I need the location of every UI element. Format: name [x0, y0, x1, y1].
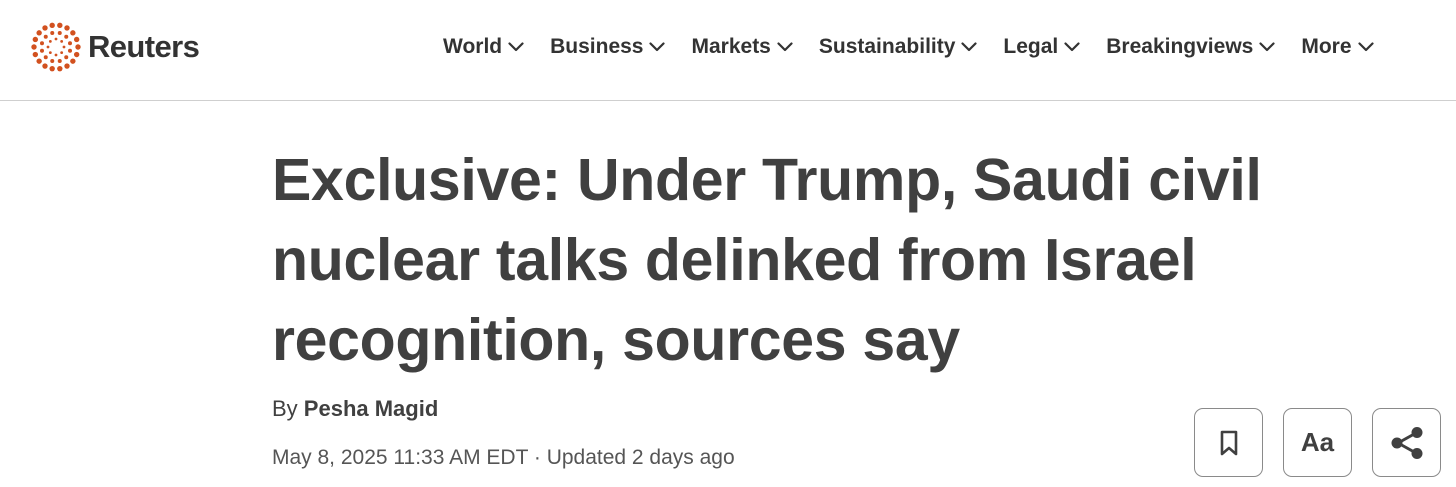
nav-item-markets[interactable]: Markets — [691, 35, 793, 59]
logo-dot — [57, 65, 63, 72]
text-size-button[interactable]: Aa — [1283, 408, 1352, 477]
logo-dot — [42, 25, 48, 31]
share-icon — [1391, 426, 1422, 459]
nav-item-label: Breakingviews — [1106, 35, 1254, 58]
logo-dot — [64, 25, 70, 31]
main-nav: World Business Markets Sustainability Le… — [443, 30, 1374, 64]
headline-line: Exclusive: Under Trump, Saudi civil — [272, 147, 1262, 213]
logo-dot — [68, 48, 73, 53]
logo-dot — [43, 55, 48, 60]
logo-dot — [39, 48, 44, 53]
chevron-down-icon — [777, 42, 793, 52]
logo-dot — [42, 63, 48, 69]
logo-dot — [36, 58, 42, 64]
logo-dot — [68, 41, 73, 46]
nav-item-label: World — [443, 35, 503, 58]
logo-dot — [60, 51, 64, 55]
logo-dot — [39, 41, 44, 46]
chevron-down-icon — [1259, 42, 1275, 52]
chevron-down-icon — [649, 42, 666, 52]
logo-dot — [73, 36, 80, 43]
nav-item-more[interactable]: More — [1301, 35, 1374, 59]
logo-dot — [49, 65, 55, 72]
logo-dot — [54, 53, 58, 57]
byline: By Pesha Magid — [272, 396, 438, 422]
logo-dot — [31, 44, 37, 50]
nav-item-label: Markets — [691, 35, 771, 58]
nav-item-label: Business — [550, 35, 644, 58]
chevron-down-icon — [1064, 42, 1080, 52]
reuters-logo[interactable]: Reuters — [30, 20, 200, 74]
logo-dot — [64, 63, 70, 69]
logo-dot — [62, 45, 66, 49]
logo-dot — [46, 45, 50, 49]
logo-dot — [70, 58, 76, 64]
nav-item-label: More — [1301, 35, 1352, 58]
chevron-down-icon — [1357, 42, 1374, 52]
logo-dot — [49, 22, 55, 29]
nav-item-world[interactable]: World — [443, 35, 524, 59]
logo-dot — [50, 59, 55, 64]
logo-text: Reuters — [88, 29, 200, 64]
chevron-down-icon — [508, 42, 524, 52]
logo-dot — [48, 51, 52, 55]
article-actions: Aa — [1194, 408, 1441, 477]
author-link[interactable]: Pesha Magid — [304, 396, 438, 421]
nav-item-label: Legal — [1003, 35, 1059, 58]
logo-dot — [50, 30, 55, 35]
logo-dot — [75, 44, 81, 50]
logo-dot — [32, 36, 39, 43]
logo-dot — [70, 30, 76, 36]
text-size-label: Aa — [1300, 427, 1335, 457]
logo-dot — [43, 34, 48, 39]
logo-dot — [64, 34, 69, 39]
logo-dot — [57, 22, 63, 29]
nav-item-legal[interactable]: Legal — [1003, 35, 1080, 59]
logo-dot — [54, 37, 58, 41]
headline-line: recognition, sources say — [272, 307, 960, 373]
logo-dot — [57, 30, 62, 35]
nav-item-business[interactable]: Business — [550, 35, 666, 59]
logo-dot — [60, 39, 64, 43]
byline-prefix: By — [272, 396, 304, 421]
logo-dot — [36, 30, 42, 36]
logo-dot — [48, 39, 52, 43]
bookmark-button[interactable] — [1194, 408, 1263, 477]
nav-item-label: Sustainability — [818, 35, 956, 58]
publish-dateline: May 8, 2025 11:33 AM EDT · Updated 2 day… — [272, 446, 735, 469]
logo-dot — [32, 51, 39, 58]
article-headline: Exclusive: Under Trump, Saudi civil nucl… — [272, 140, 1292, 380]
nav-item-breakingviews[interactable]: Breakingviews — [1106, 35, 1275, 59]
share-button[interactable] — [1372, 408, 1441, 477]
site-header: Reuters World Business Markets Sustainab… — [0, 0, 1456, 101]
chevron-down-icon — [961, 42, 978, 52]
logo-dot — [64, 55, 69, 60]
reuters-dot-ring-icon — [31, 22, 81, 72]
logo-dot — [73, 51, 80, 58]
logo-dot — [57, 59, 62, 64]
bookmark-icon — [1220, 430, 1237, 455]
headline-line: nuclear talks delinked from Israel — [272, 227, 1197, 293]
nav-item-sustainability[interactable]: Sustainability — [819, 35, 978, 59]
